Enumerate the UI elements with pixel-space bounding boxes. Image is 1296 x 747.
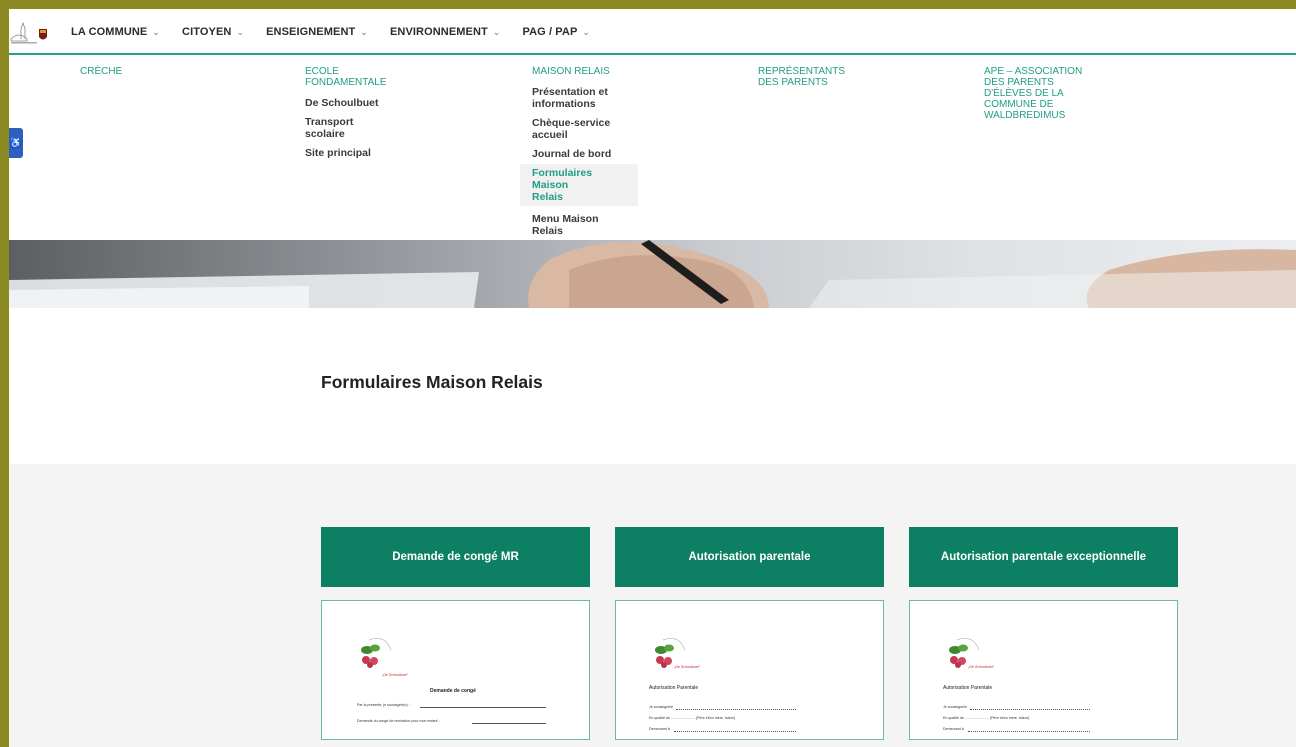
nav-citoyen[interactable]: CITOYEN ⌄ xyxy=(182,26,244,38)
form-card-conge: Demande de congé MR „De Schoulbuet" Dema… xyxy=(321,527,590,740)
chevron-down-icon: ⌄ xyxy=(152,26,161,37)
doc-line: Demeurant à xyxy=(649,727,670,731)
menu-item-formulaires-active[interactable]: Formulaires Maison Relais xyxy=(520,164,638,206)
mega-menu: CRÈCHE ECOLE FONDAMENTALE De Schoulbuet … xyxy=(9,57,1296,240)
menu-item-journal-de-bord[interactable]: Journal de bord xyxy=(532,148,632,160)
hero-image xyxy=(9,240,1296,308)
document-preview[interactable]: „De Schoulbuet" Autorisation Parentale J… xyxy=(615,600,884,740)
menu-column-representants: REPRÉSENTANTS DES PARENTS xyxy=(758,66,858,88)
nav-environnement[interactable]: ENVIRONNEMENT ⌄ xyxy=(390,26,501,38)
doc-line: Demande du congé de récréation pour mon … xyxy=(357,719,440,723)
schoulbuet-logo xyxy=(655,638,686,668)
menu-item-transport-scolaire[interactable]: Transport scolaire xyxy=(305,116,375,140)
chevron-down-icon: ⌄ xyxy=(582,26,591,37)
doc-line: En qualité de ........................ (… xyxy=(943,716,1030,720)
schoulbuet-logo xyxy=(949,638,980,668)
menu-heading-maison-relais[interactable]: MAISON RELAIS xyxy=(532,66,652,77)
doc-title: Autorisation Parentale xyxy=(943,685,993,691)
doc-rule xyxy=(970,709,1090,710)
card-title-button[interactable]: Autorisation parentale exceptionnelle xyxy=(909,527,1178,587)
menu-heading-ape[interactable]: APE – ASSOCIATION DES PARENTS D'ÉLÈVES D… xyxy=(984,66,1086,121)
doc-line: Par la présente, je soussigné(e) : xyxy=(357,703,410,707)
menu-heading-ecole[interactable]: ECOLE FONDAMENTALE xyxy=(305,66,387,88)
doc-line: Demeurant à xyxy=(943,727,964,731)
chevron-down-icon: ⌄ xyxy=(236,26,245,37)
forms-grid: Demande de congé MR „De Schoulbuet" Dema… xyxy=(9,464,1296,747)
doc-title: Demande de congé xyxy=(430,688,476,694)
form-card-autorisation: Autorisation parentale „De Schoulbuet" A… xyxy=(615,527,884,740)
menu-column-ape: APE – ASSOCIATION DES PARENTS D'ÉLÈVES D… xyxy=(984,66,1086,121)
menu-heading-representants[interactable]: REPRÉSENTANTS DES PARENTS xyxy=(758,66,858,88)
nav-pag-pap[interactable]: PAG / PAP ⌄ xyxy=(523,26,591,38)
doc-logo-text: „De Schoulbuet" xyxy=(968,665,995,669)
nav-enseignement[interactable]: ENSEIGNEMENT ⌄ xyxy=(266,26,368,38)
menu-item-cheque-service[interactable]: Chèque-service accueil xyxy=(532,117,624,141)
header: LA COMMUNE ⌄ CITOYEN ⌄ ENSEIGNEMENT ⌄ ENVIR… xyxy=(9,9,1296,55)
doc-logo-text: „De Schoulbuet" xyxy=(674,665,701,669)
commune-logo[interactable] xyxy=(9,17,53,47)
doc-line: Je soussigné/e xyxy=(943,705,967,709)
doc-rule xyxy=(676,709,796,710)
schoulbuet-logo xyxy=(361,638,392,668)
menu-item-site-principal[interactable]: Site principal xyxy=(305,147,405,159)
hands-writing-image xyxy=(9,240,1296,308)
doc-rule xyxy=(472,723,546,724)
document-preview[interactable]: „De Schoulbuet" Autorisation Parentale J… xyxy=(909,600,1178,740)
doc-rule xyxy=(968,731,1090,732)
form-card-autorisation-exceptionnelle: Autorisation parentale exceptionnelle „D… xyxy=(909,527,1178,740)
page: LA COMMUNE ⌄ CITOYEN ⌄ ENSEIGNEMENT ⌄ ENVIR… xyxy=(9,9,1296,747)
menu-column-creche: CRÈCHE xyxy=(80,66,200,77)
card-title-button[interactable]: Autorisation parentale xyxy=(615,527,884,587)
menu-column-ecole: ECOLE FONDAMENTALE De Schoulbuet Transpo… xyxy=(305,66,405,159)
doc-line: En qualité de ........................ (… xyxy=(649,716,736,720)
doc-line: Je soussigné/e xyxy=(649,705,673,709)
doc-title: Autorisation Parentale xyxy=(649,685,699,691)
doc-rule xyxy=(674,731,796,732)
card-title-button[interactable]: Demande de congé MR xyxy=(321,527,590,587)
chevron-down-icon: ⌄ xyxy=(360,26,368,37)
accessibility-icon[interactable]: ♿ xyxy=(9,128,23,158)
menu-column-maison-relais: MAISON RELAIS Présentation et informatio… xyxy=(520,66,652,237)
document-preview[interactable]: „De Schoulbuet" Demande de congé Par la … xyxy=(321,600,590,740)
menu-item-menu-maison-relais[interactable]: Menu Maison Relais xyxy=(532,213,622,237)
menu-item-presentation[interactable]: Présentation et informations xyxy=(532,86,624,110)
chevron-down-icon: ⌄ xyxy=(492,26,501,37)
nav-la-commune[interactable]: LA COMMUNE ⌄ xyxy=(71,26,160,38)
menu-heading-creche[interactable]: CRÈCHE xyxy=(80,66,200,77)
menu-item-de-schoulbuet[interactable]: De Schoulbuet xyxy=(305,97,405,109)
doc-logo-text: „De Schoulbuet" xyxy=(382,673,409,677)
doc-rule xyxy=(420,707,546,708)
page-title: Formulaires Maison Relais xyxy=(321,372,543,392)
main-nav: LA COMMUNE ⌄ CITOYEN ⌄ ENSEIGNEMENT ⌄ ENVIR… xyxy=(71,9,612,55)
